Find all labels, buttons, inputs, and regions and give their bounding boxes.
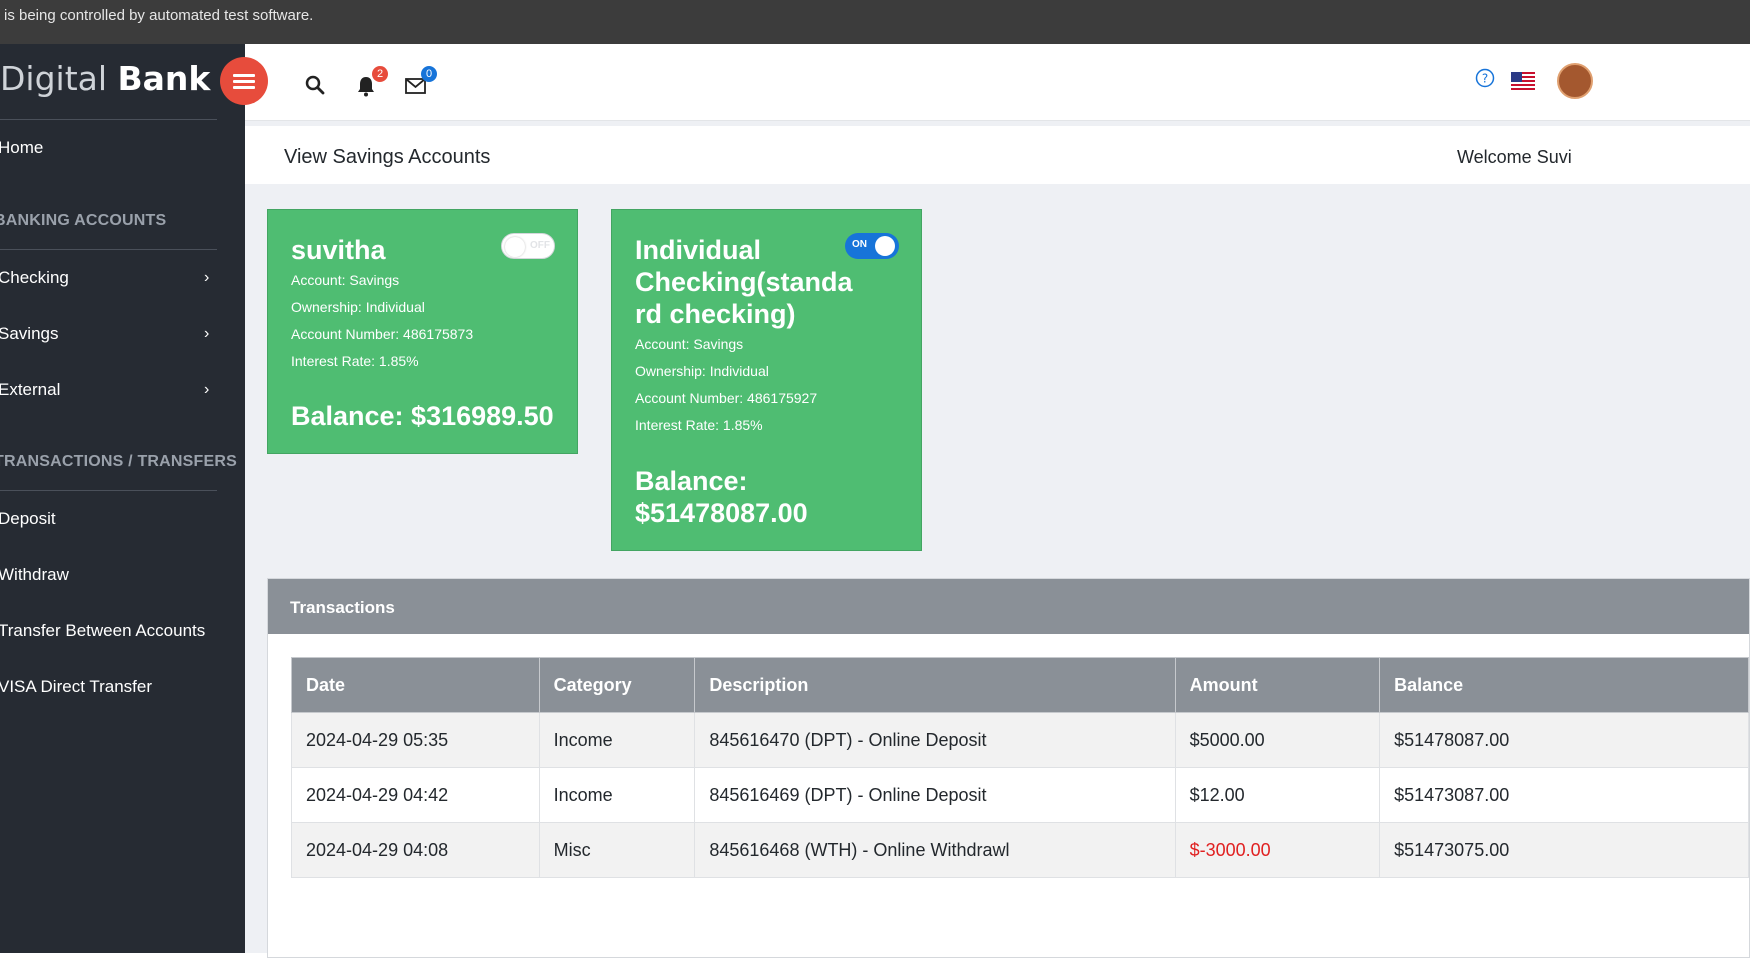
cell-date: 2024-04-29 05:35 <box>291 712 540 768</box>
cell-category: Misc <box>538 822 696 878</box>
toggle-label: ON <box>852 239 867 250</box>
cell-description: 845616468 (WTH) - Online Withdrawl <box>694 822 1176 878</box>
interest-rate: Interest Rate: 1.85% <box>635 417 763 433</box>
account-name: suvitha <box>291 235 386 265</box>
account-toggle[interactable]: OFF <box>501 233 555 259</box>
messages-badge: 0 <box>421 66 437 82</box>
account-name-line: Checking(standa <box>635 267 853 297</box>
column-header-description[interactable]: Description <box>694 657 1176 713</box>
transactions-title: Transactions <box>290 598 395 617</box>
main-content: View Savings Accounts Welcome Suvi suvit… <box>245 121 1750 958</box>
us-flag-icon[interactable] <box>1511 72 1535 90</box>
account-name-line: Individual <box>635 235 762 265</box>
sidebar-divider <box>0 119 217 120</box>
envelope-icon[interactable] <box>405 78 426 94</box>
page-title: View Savings Accounts <box>284 146 491 168</box>
account-balance: Balance: $316989.50 <box>291 401 554 431</box>
automation-banner: is being controlled by automated test so… <box>0 0 1750 44</box>
page-title-bar: View Savings Accounts Welcome Suvi <box>245 126 1750 184</box>
brand-name-part1: Digital <box>0 59 118 98</box>
avatar[interactable] <box>1557 63 1593 99</box>
top-header: 2 0 ? <box>245 44 1750 121</box>
cell-category: Income <box>538 712 696 768</box>
transactions-panel: Transactions Date Category Description A… <box>267 578 1750 958</box>
transactions-header: Transactions <box>268 579 1749 634</box>
menu-toggle-button[interactable] <box>220 57 268 105</box>
sidebar-item-checking[interactable]: Checking › <box>0 263 228 293</box>
cell-description: 845616470 (DPT) - Online Deposit <box>694 712 1176 768</box>
sidebar-item-label: Home <box>0 138 44 157</box>
interest-rate: Interest Rate: 1.85% <box>291 353 419 369</box>
sidebar-item-home[interactable]: Home <box>0 133 228 163</box>
svg-text:?: ? <box>1482 72 1488 86</box>
cell-balance: $51473087.00 <box>1379 767 1749 823</box>
sidebar-item-label: Withdraw <box>0 565 69 584</box>
account-name-line: rd checking) <box>635 299 796 329</box>
sidebar-item-deposit[interactable]: Deposit <box>0 504 228 534</box>
sidebar-section-banking-accounts: BANKING ACCOUNTS <box>0 212 167 229</box>
sidebar-item-label: Transfer Between Accounts <box>0 621 206 640</box>
sidebar-item-label: Checking <box>0 268 69 287</box>
cell-description: 845616469 (DPT) - Online Deposit <box>694 767 1176 823</box>
cell-balance: $51478087.00 <box>1379 712 1749 768</box>
balance-line: Balance: <box>635 466 748 496</box>
cell-date: 2024-04-29 04:42 <box>291 767 540 823</box>
transactions-table: Date Category Description Amount Balance… <box>291 657 1749 878</box>
account-type: Account: Savings <box>635 336 744 352</box>
sidebar: Digital Bank Home BANKING ACCOUNTS Check… <box>0 44 245 953</box>
sidebar-item-withdraw[interactable]: Withdraw <box>0 560 228 590</box>
column-header-category[interactable]: Category <box>538 657 696 713</box>
cell-amount: $12.00 <box>1174 767 1381 823</box>
toggle-label: OFF <box>530 240 550 251</box>
column-header-date[interactable]: Date <box>291 657 540 713</box>
sidebar-item-savings[interactable]: Savings › <box>0 319 228 349</box>
sidebar-section-transactions: TRANSACTIONS / TRANSFERS <box>0 453 238 470</box>
cell-category: Income <box>538 767 696 823</box>
table-row[interactable]: 2024-04-29 04:42 Income 845616469 (DPT) … <box>291 767 1749 823</box>
table-row[interactable]: 2024-04-29 04:08 Misc 845616468 (WTH) - … <box>291 822 1749 878</box>
table-header-row: Date Category Description Amount Balance <box>291 657 1749 713</box>
chevron-right-icon: › <box>204 325 210 342</box>
sidebar-item-external[interactable]: External › <box>0 375 228 405</box>
cell-date: 2024-04-29 04:08 <box>291 822 540 878</box>
hamburger-icon <box>233 79 255 83</box>
account-number: Account Number: 486175927 <box>635 390 818 406</box>
account-ownership: Ownership: Individual <box>291 299 425 315</box>
sidebar-divider <box>0 490 217 491</box>
account-card[interactable]: Individual Checking(standa rd checking) … <box>611 209 922 551</box>
toggle-knob <box>505 237 525 257</box>
brand-logo[interactable]: Digital Bank <box>0 59 210 109</box>
toggle-knob <box>875 236 895 256</box>
account-ownership: Ownership: Individual <box>635 363 769 379</box>
sidebar-item-visa-direct[interactable]: VISA Direct Transfer <box>0 672 228 702</box>
cell-amount: $5000.00 <box>1174 712 1381 768</box>
table-row[interactable]: 2024-04-29 05:35 Income 845616470 (DPT) … <box>291 712 1749 768</box>
account-toggle[interactable]: ON <box>845 233 899 259</box>
account-number: Account Number: 486175873 <box>291 326 474 342</box>
automation-banner-text: is being controlled by automated test so… <box>4 7 314 24</box>
sidebar-item-label: Deposit <box>0 509 56 528</box>
account-type: Account: Savings <box>291 272 400 288</box>
column-header-balance[interactable]: Balance <box>1379 657 1749 713</box>
brand-name-part2: Bank <box>117 59 211 98</box>
account-name: Individual Checking(standa rd checking) <box>635 234 853 330</box>
sidebar-item-label: External <box>0 380 61 399</box>
sidebar-item-label: Savings <box>0 324 59 343</box>
sidebar-item-transfer[interactable]: Transfer Between Accounts <box>0 616 228 646</box>
chevron-right-icon: › <box>204 381 210 398</box>
sidebar-divider <box>0 249 217 250</box>
cell-amount: $-3000.00 <box>1174 822 1381 878</box>
chevron-right-icon: › <box>204 269 210 286</box>
help-icon[interactable]: ? <box>1475 68 1495 88</box>
notification-badge: 2 <box>372 66 388 82</box>
search-icon[interactable] <box>305 75 325 95</box>
sidebar-item-label: VISA Direct Transfer <box>0 677 152 696</box>
cell-balance: $51473075.00 <box>1379 822 1749 878</box>
column-header-amount[interactable]: Amount <box>1174 657 1381 713</box>
account-balance: Balance: $51478087.00 <box>635 465 808 529</box>
welcome-text: Welcome Suvi <box>1457 147 1572 167</box>
balance-line: $51478087.00 <box>635 498 808 528</box>
account-card[interactable]: suvitha OFF Account: Savings Ownership: … <box>267 209 578 454</box>
